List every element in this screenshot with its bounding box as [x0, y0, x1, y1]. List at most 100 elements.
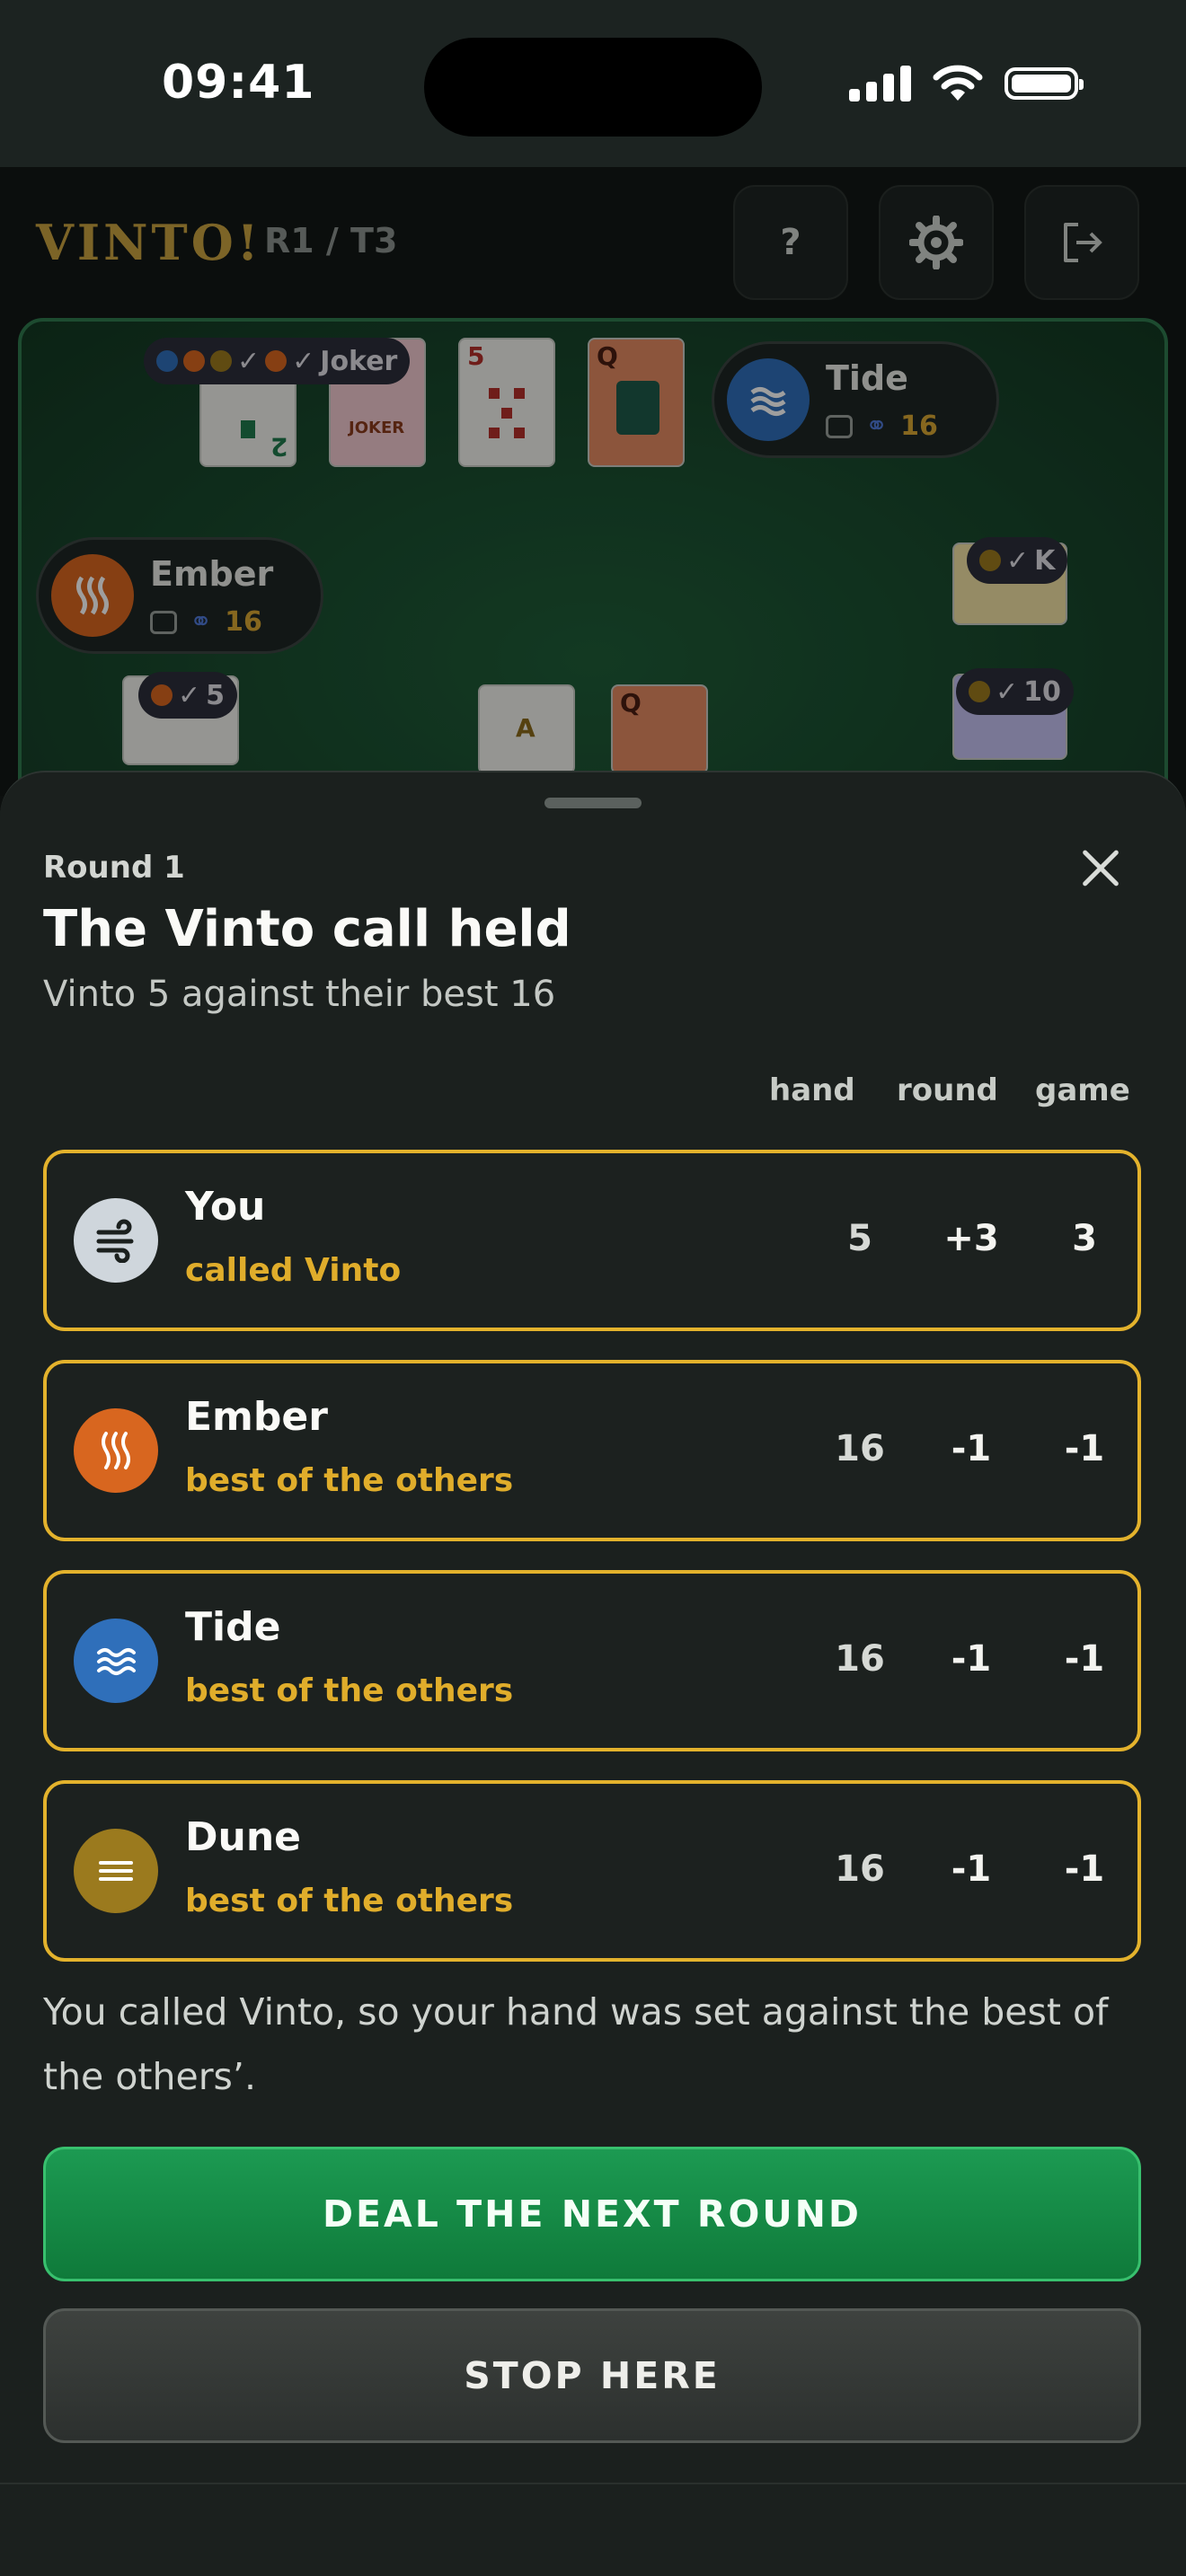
robot-icon: [150, 610, 177, 634]
result-row-tide: Tide best of the others 16 -1 -1: [43, 1570, 1141, 1751]
card-chip: ✓ 5: [138, 672, 238, 719]
ember-dot: [151, 684, 173, 706]
round-label: Round 1: [43, 850, 185, 886]
game-value: -1: [1064, 1638, 1105, 1680]
sheet-title: The Vinto call held: [43, 900, 571, 958]
column-header-round: round: [897, 1072, 998, 1108]
card-pip: [501, 408, 512, 419]
player-role: called Vinto: [185, 1252, 402, 1289]
card-pip: [489, 428, 500, 438]
sheet-subtitle: Vinto 5 against their best 16: [43, 974, 556, 1015]
settings-button[interactable]: [879, 185, 994, 300]
round-value: -1: [951, 1638, 992, 1680]
game-area: VINTO! R1 / T3 ? 2 JOKER 5 Q ✓ ✓ Joker T…: [0, 167, 1186, 1001]
card-chip: ✓ 10: [956, 668, 1074, 715]
status-icons: [849, 65, 1084, 102]
status-time: 09:41: [162, 56, 315, 110]
close-icon[interactable]: [1060, 828, 1141, 909]
game-value: -1: [1064, 1848, 1105, 1890]
result-row-dune: Dune best of the others 16 -1 -1: [43, 1780, 1141, 1962]
column-header-hand: hand: [769, 1072, 855, 1108]
status-bar: 09:41: [0, 0, 1186, 167]
sheet-drag-handle[interactable]: [544, 798, 642, 808]
brand-logo: VINTO!: [36, 214, 262, 271]
opponent-score: 16: [225, 606, 262, 638]
tide-dot: [156, 350, 178, 372]
check-icon: ✓: [237, 345, 261, 377]
check-icon: ✓: [292, 345, 315, 377]
opponent-name: Ember: [150, 554, 274, 594]
sand-icon: [74, 1829, 158, 1913]
card-rank: Q: [620, 688, 642, 718]
round-value: -1: [951, 1428, 992, 1469]
stop-here-label: STOP HERE: [464, 2354, 721, 2397]
result-row-you: You called Vinto 5 +3 3: [43, 1150, 1141, 1331]
exit-button[interactable]: [1024, 185, 1139, 300]
card[interactable]: Q: [611, 684, 708, 774]
hand-value: 16: [835, 1638, 885, 1680]
card-chip: ✓ K: [967, 537, 1068, 584]
round-results-sheet: Round 1 The Vinto call held Vinto 5 agai…: [0, 771, 1186, 2483]
hand-value: 16: [835, 1848, 885, 1890]
round-value: +3: [943, 1218, 999, 1259]
wifi-icon: [933, 65, 983, 101]
game-value: 3: [1072, 1218, 1097, 1259]
wind-icon: [74, 1198, 158, 1283]
waves-icon: [74, 1619, 158, 1703]
player-name: You: [185, 1184, 266, 1230]
ember-dot: [183, 350, 205, 372]
help-button[interactable]: ?: [733, 185, 848, 300]
opponent-name: Tide: [826, 358, 908, 398]
deal-next-round-button[interactable]: DEAL THE NEXT ROUND: [43, 2147, 1141, 2281]
card-pip: [241, 420, 255, 438]
opponent-stats: ⚭ 16: [150, 606, 262, 638]
opponent-ember[interactable]: Ember ⚭ 16: [36, 537, 323, 654]
player-name: Tide: [185, 1604, 281, 1650]
player-chip: ✓ ✓ Joker: [144, 338, 411, 384]
player-role: best of the others: [185, 1883, 514, 1919]
hand-value: 5: [847, 1218, 872, 1259]
heat-icon: [51, 554, 134, 637]
card[interactable]: Q: [588, 338, 685, 467]
dune-dot: [979, 550, 1001, 571]
player-name: Dune: [185, 1814, 302, 1860]
card-pip: [514, 428, 525, 438]
card[interactable]: A: [478, 684, 575, 774]
check-icon: ✓: [1006, 544, 1030, 577]
deal-next-round-label: DEAL THE NEXT ROUND: [323, 2192, 862, 2236]
ember-dot: [265, 350, 288, 372]
card-rank: A: [516, 713, 535, 743]
check-icon: ✓: [996, 675, 1019, 708]
card-pip: [514, 388, 525, 399]
battery-icon: [1005, 67, 1084, 100]
card[interactable]: 5: [458, 338, 555, 467]
robot-icon: [826, 414, 853, 438]
player-role: best of the others: [185, 1672, 514, 1709]
gear-icon: [909, 216, 963, 269]
opponent-stats: ⚭ 16: [826, 410, 938, 442]
card-rank: 5: [467, 341, 485, 371]
home-indicator-area: [0, 2483, 1186, 2576]
check-icon: ✓: [178, 679, 201, 711]
stop-here-button[interactable]: STOP HERE: [43, 2308, 1141, 2443]
chip-label: 5: [206, 679, 226, 711]
player-name: Ember: [185, 1394, 328, 1440]
result-explanation: You called Vinto, so your hand was set a…: [43, 1990, 1109, 2098]
exit-icon: [1064, 223, 1102, 262]
round-value: -1: [951, 1848, 992, 1890]
link-icon: ⚭: [865, 410, 889, 442]
opponent-score: 16: [900, 410, 938, 442]
dune-dot: [969, 681, 990, 702]
chip-label: 10: [1023, 675, 1061, 708]
column-header-game: game: [1035, 1072, 1130, 1108]
opponent-tide[interactable]: Tide ⚭ 16: [712, 341, 999, 458]
help-label: ?: [780, 222, 801, 263]
card-rank: Q: [597, 341, 618, 371]
waves-icon: [727, 358, 810, 441]
link-icon: ⚭: [190, 606, 213, 638]
card-art: [616, 381, 659, 435]
chip-label: Joker: [320, 345, 398, 377]
heat-icon: [74, 1408, 158, 1493]
card-pip: [489, 388, 500, 399]
player-role: best of the others: [185, 1462, 514, 1499]
